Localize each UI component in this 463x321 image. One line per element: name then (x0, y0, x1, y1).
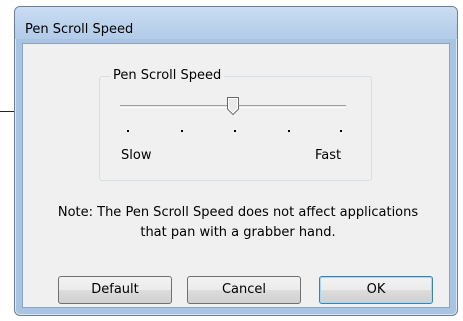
slow-label: Slow (121, 148, 152, 163)
dialog-client-area: Pen Scroll Speed Slow Fast Note: The Pen… (22, 43, 450, 308)
slider-tick-2 (181, 130, 183, 132)
slider-tick-4 (288, 130, 290, 132)
screenshot-stage: Pen Scroll Speed Pen Scroll Speed Slow F… (0, 0, 463, 321)
dialog-window: Pen Scroll Speed Pen Scroll Speed Slow F… (14, 6, 458, 316)
default-button[interactable]: Default (58, 276, 172, 304)
note-line-2: that pan with a grabber hand. (140, 225, 336, 240)
ok-button[interactable]: OK (319, 276, 433, 304)
note-text: Note: The Pen Scroll Speed does not affe… (43, 203, 433, 243)
scroll-speed-groupbox: Pen Scroll Speed Slow Fast (99, 67, 372, 181)
fast-label: Fast (315, 148, 342, 163)
window-title: Pen Scroll Speed (25, 22, 134, 37)
title-bar[interactable]: Pen Scroll Speed (15, 7, 457, 39)
scroll-speed-slider-thumb[interactable] (226, 96, 240, 116)
groupbox-title: Pen Scroll Speed (110, 67, 225, 85)
slider-tick-1 (127, 130, 129, 132)
cancel-button[interactable]: Cancel (187, 276, 301, 304)
slider-tick-5 (340, 130, 342, 132)
note-line-1: Note: The Pen Scroll Speed does not affe… (57, 205, 419, 220)
slider-tick-3 (234, 130, 236, 132)
